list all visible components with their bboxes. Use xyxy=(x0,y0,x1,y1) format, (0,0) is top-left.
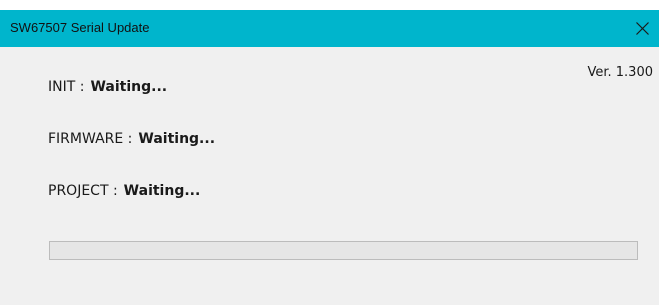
window-title: SW67507 Serial Update xyxy=(10,20,150,35)
serial-update-window: SW67507 Serial Update Ver. 1.300 INIT : W… xyxy=(0,0,659,305)
project-status-value: Waiting... xyxy=(123,183,201,199)
firmware-status-value: Waiting... xyxy=(138,131,216,147)
firmware-label: FIRMWARE : xyxy=(48,131,133,147)
version-label: Ver. 1.300 xyxy=(587,65,653,80)
init-label: INIT : xyxy=(48,79,85,95)
firmware-status-row: FIRMWARE : Waiting... xyxy=(48,131,215,147)
project-status-row: PROJECT : Waiting... xyxy=(48,183,200,199)
close-button[interactable] xyxy=(625,10,659,47)
init-status-row: INIT : Waiting... xyxy=(48,79,167,95)
init-status-value: Waiting... xyxy=(90,79,168,95)
progress-bar xyxy=(49,241,638,260)
dialog-body: Ver. 1.300 INIT : Waiting... FIRMWARE : Wa… xyxy=(0,47,659,305)
title-bar[interactable]: SW67507 Serial Update xyxy=(0,10,659,47)
project-label: PROJECT : xyxy=(48,183,118,199)
close-icon xyxy=(636,22,649,35)
